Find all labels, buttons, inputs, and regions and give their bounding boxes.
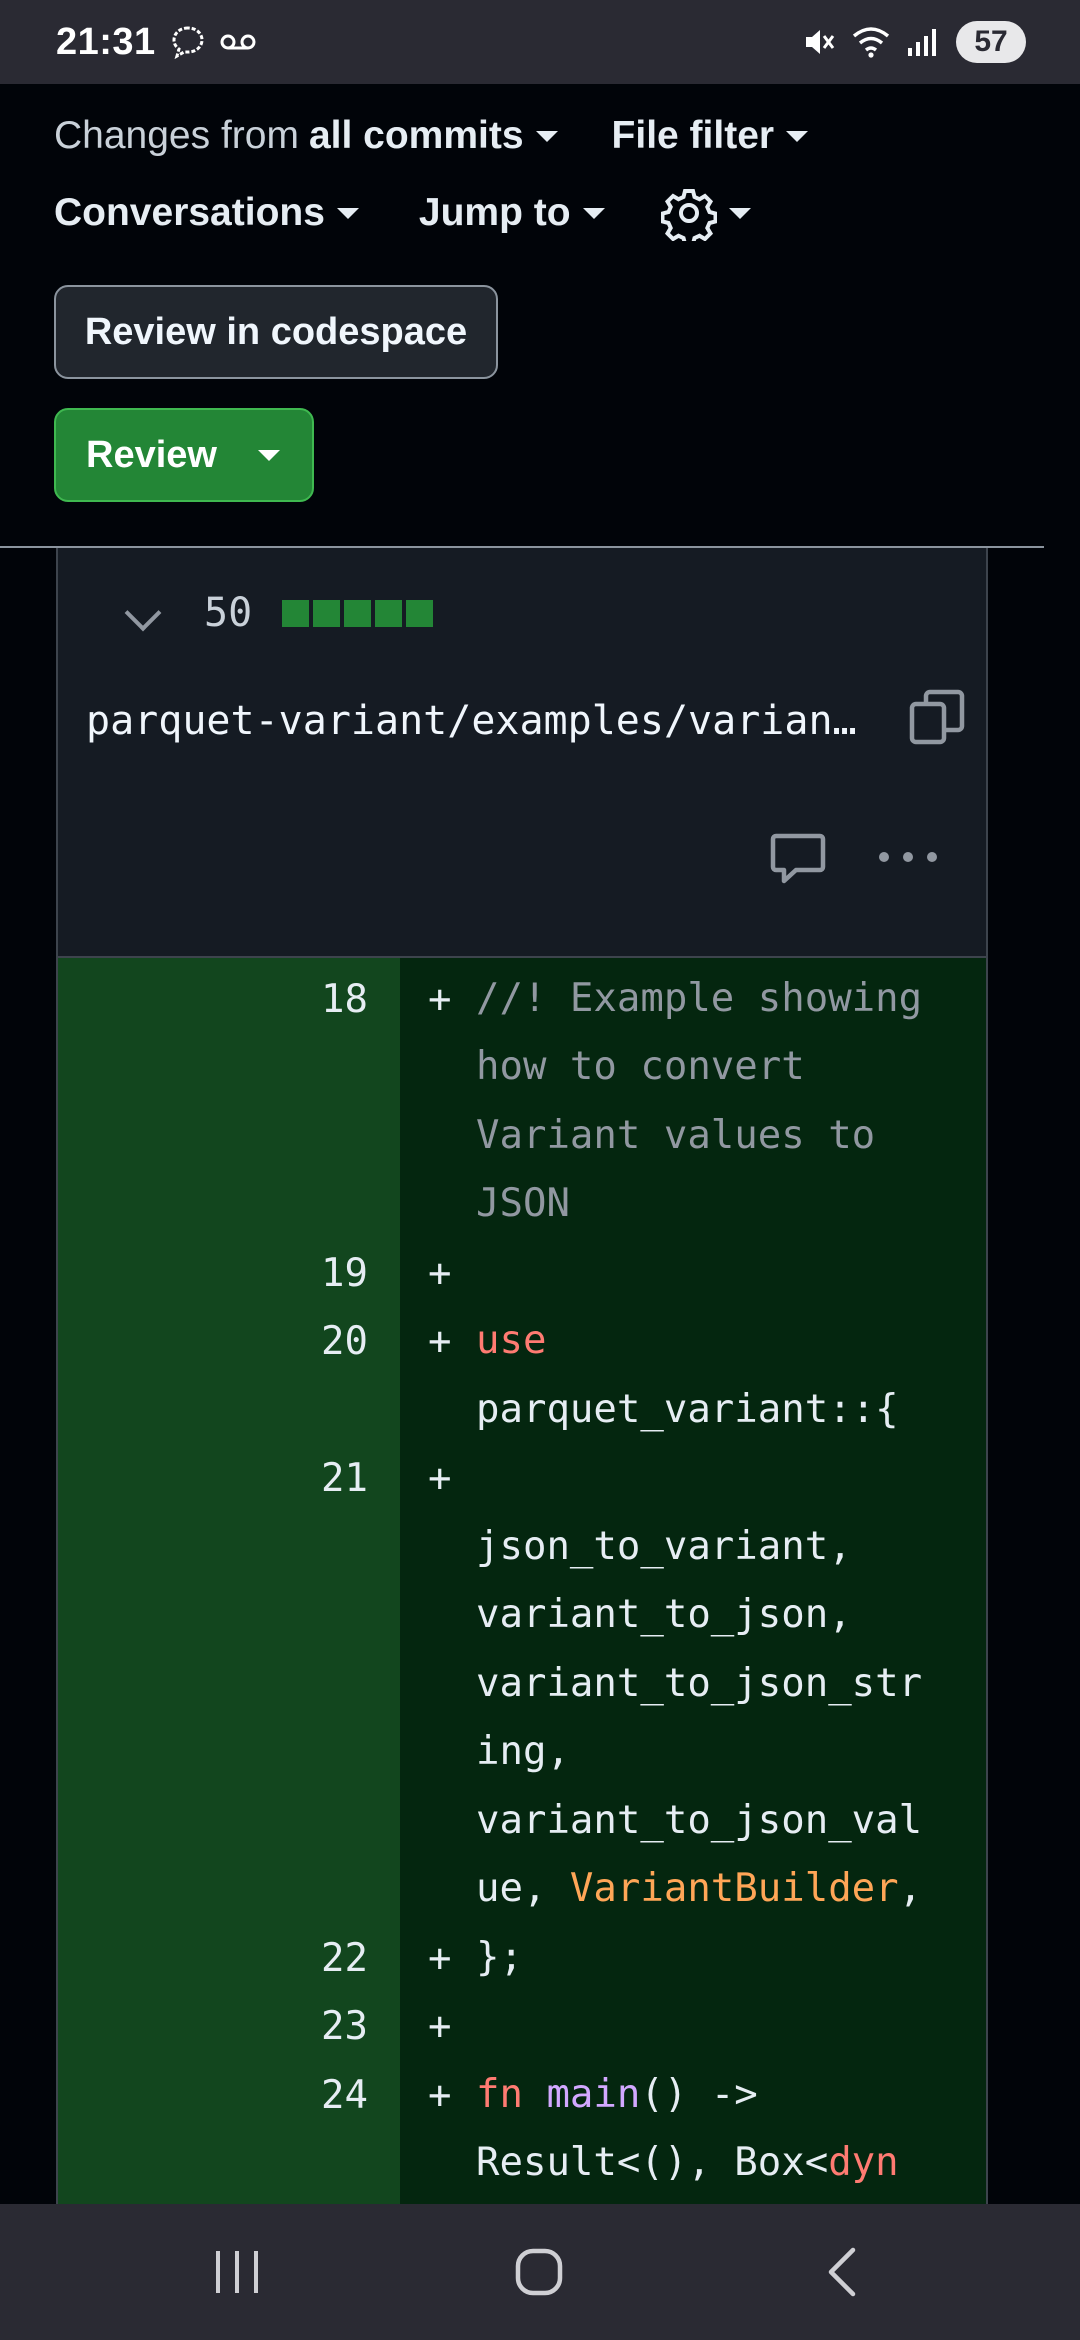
back-button[interactable] (762, 2204, 922, 2340)
jump-to-label: Jump to (418, 191, 571, 234)
code-line[interactable]: json_to_variant, variant_to_json, varian… (476, 1444, 966, 1924)
status-bar: 21:31 57 (0, 0, 1080, 84)
review-label: Review (86, 433, 217, 476)
diff-added-marker: + (428, 1935, 452, 1981)
diff-view: 17+18+//! Example showing how to convert… (56, 958, 988, 2204)
code-comment: //! Example showing how to convert Varia… (476, 975, 923, 1227)
code-keyword: fn (476, 2071, 523, 2117)
chevron-down-icon (728, 207, 751, 219)
comment-icon[interactable] (770, 830, 826, 886)
line-number[interactable]: 18 (58, 977, 368, 1022)
diffstat-block (313, 600, 340, 627)
code-text: parquet_variant::{ (476, 1386, 899, 1432)
status-time: 21:31 (56, 20, 156, 63)
code-text: , (898, 1866, 923, 1911)
diff-added-marker: + (428, 1456, 452, 1501)
changes-value: all commits (308, 114, 524, 157)
chevron-down-icon (336, 207, 359, 219)
copy-icon[interactable] (908, 688, 968, 748)
code-line[interactable]: //! Example showing how to convert Varia… (476, 965, 966, 1239)
diffstat-block (375, 600, 402, 627)
code-line[interactable]: }; (476, 1924, 966, 1993)
jump-to-dropdown[interactable]: Jump to (419, 191, 605, 235)
changed-lines-count: 50 (204, 590, 253, 636)
gear-icon (660, 189, 717, 241)
line-number[interactable]: 23 (58, 2004, 368, 2049)
changes-prefix: Changes from (54, 114, 299, 157)
diffstat-block (406, 600, 433, 627)
code-keyword: dyn (828, 2140, 899, 2185)
code-text: json_to_variant, variant_to_json, varian… (476, 1523, 923, 1912)
chevron-down-icon (786, 130, 809, 142)
file-header: 50 parquet-variant/examples/varian… (56, 548, 988, 958)
home-button[interactable] (459, 2204, 619, 2340)
code-keyword: use (476, 1318, 547, 1363)
battery-indicator: 57 (956, 21, 1026, 63)
line-number[interactable]: 24 (58, 2073, 368, 2118)
recents-icon (216, 2251, 258, 2293)
collapse-chevron-icon[interactable] (124, 594, 162, 632)
changes-from-dropdown[interactable]: Changes from all commits (54, 114, 558, 158)
diff-added-marker: + (428, 2072, 452, 2118)
recents-button[interactable] (157, 2204, 317, 2340)
chat-bubble-icon (172, 26, 204, 60)
home-icon (515, 2248, 563, 2296)
code-line[interactable]: fn main() -> Result<(), Box<dyn (476, 2061, 966, 2198)
diffstat (282, 600, 433, 627)
code-line[interactable]: use parquet_variant::{ (476, 1307, 966, 1444)
chevron-down-icon (258, 449, 280, 461)
file-filter-label: File filter (611, 114, 775, 157)
code-text: }; (476, 1934, 523, 1980)
navigation-bar (0, 2204, 1080, 2340)
line-number[interactable]: 22 (58, 1936, 368, 1981)
wifi-icon (852, 27, 890, 58)
chevron-down-icon (535, 130, 558, 142)
settings-dropdown[interactable] (660, 185, 751, 241)
signal-icon (908, 29, 936, 56)
more-options-icon[interactable] (876, 842, 940, 872)
mute-icon (806, 30, 835, 54)
conversations-label: Conversations (54, 191, 325, 234)
line-number[interactable]: 20 (58, 1319, 368, 1364)
code-function-name: main (546, 2071, 641, 2117)
file-path[interactable]: parquet-variant/examples/varian… (86, 698, 936, 744)
review-in-codespace-button[interactable]: Review in codespace (54, 285, 498, 379)
line-number[interactable]: 19 (58, 1251, 368, 1296)
app-screen: 21:31 57 Changes from all commits File f… (0, 0, 1080, 2340)
chevron-down-icon (582, 207, 605, 219)
conversations-dropdown[interactable]: Conversations (54, 191, 359, 235)
diffstat-block (282, 600, 309, 627)
diff-added-marker: + (428, 2004, 452, 2049)
diff-added-marker: + (428, 976, 452, 1022)
code-type: VariantBuilder (569, 1866, 899, 1911)
diffstat-block (344, 600, 371, 627)
back-icon (828, 2247, 856, 2297)
line-number[interactable]: 21 (58, 1456, 368, 1501)
file-filter-dropdown[interactable]: File filter (612, 114, 809, 158)
diff-added-marker: + (428, 1250, 452, 1296)
diff-toolbar: Changes from all commits File filter Con… (0, 84, 1044, 548)
voicemail-icon (220, 34, 256, 50)
diff-added-marker: + (428, 1319, 452, 1364)
review-button[interactable]: Review (54, 408, 314, 502)
